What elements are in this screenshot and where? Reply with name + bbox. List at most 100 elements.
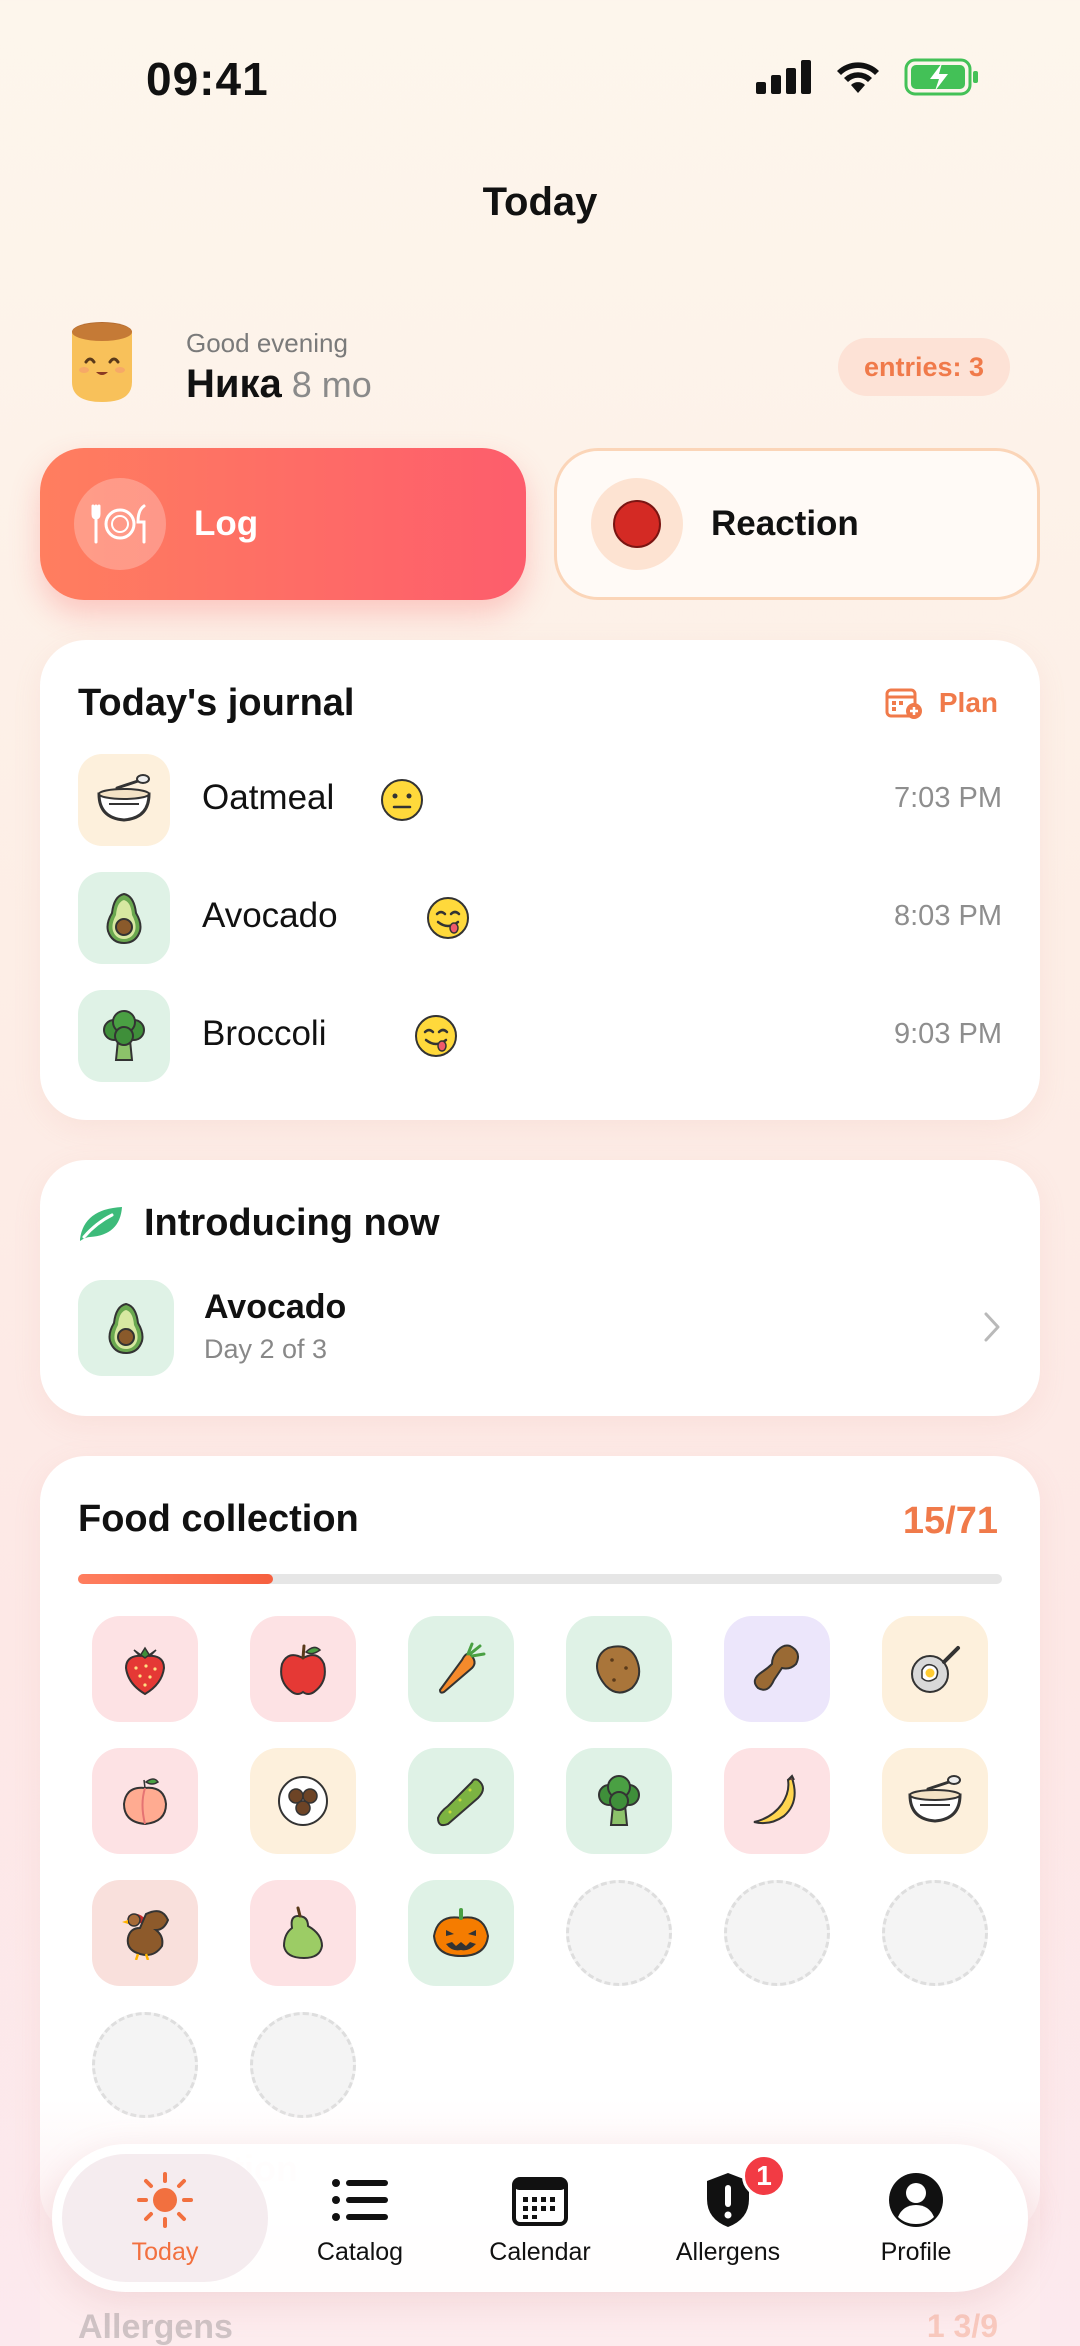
journal-time: 9:03 PM [894,1018,1002,1050]
person-icon [889,2172,943,2227]
collection-progress-fill [78,1574,273,1584]
banana-icon [753,1774,796,1825]
meatballs-plate-icon [278,1776,328,1826]
red-dot-icon [613,500,661,548]
tab-label: Allergens [675,2237,781,2266]
shield-alert-icon-wrap: 1 [698,2153,786,2230]
introducing-header: Introducing now [78,1202,440,1245]
avocado-icon [108,1302,144,1355]
allergens-count-badge: 1 [926,2308,945,2344]
avocado-icon [106,892,142,945]
plan-button[interactable]: Plan [885,686,998,720]
person-icon-wrap [886,2170,946,2230]
broccoli-icon [103,1010,145,1061]
journal-card: Today's journal Plan Oatmeal 7:03 PM Avo… [40,640,1040,1120]
fried-egg-pan-icon [911,1646,960,1693]
sun-icon-wrap [135,2170,195,2230]
journal-food-name: Avocado [202,896,338,935]
journal-food-name: Oatmeal [202,778,335,817]
introducing-title: Introducing now [144,1202,440,1244]
cucumber-icon [436,1778,484,1827]
peanut-icon [753,1644,799,1691]
tab-today[interactable]: Today [62,2154,268,2282]
tab-catalog[interactable]: Catalog [266,2144,454,2292]
entries-badge: entries: 3 [837,338,1010,396]
neutral-face-icon [381,779,423,821]
status-bar: 09:41 [0,0,1080,160]
food-item-potato[interactable] [566,1616,672,1722]
tab-label: Today [131,2237,199,2266]
broccoli-icon [598,1775,640,1826]
tab-label: Catalog [316,2237,404,2266]
oatmeal-bowl-icon [908,1775,962,1823]
list-icon [332,2178,388,2221]
calendar-plus-icon [885,688,922,719]
food-item-carrot[interactable] [408,1616,514,1722]
empty-food-slot [566,1880,672,1986]
journal-entry[interactable]: Broccoli 9:03 PM [78,990,1002,1082]
food-item-peanut[interactable] [724,1616,830,1722]
journal-entry[interactable]: Oatmeal 7:03 PM [78,754,1002,846]
avocado-tile [78,1280,174,1376]
tab-allergens[interactable]: 1 Allergens [634,2144,822,2292]
tab-label: Profile [880,2237,952,2266]
introducing-food-name: Avocado [204,1288,347,1326]
allergens-notification-badge: 1 [742,2153,786,2198]
turkey-icon [122,1910,170,1960]
status-time: 09:41 [146,53,269,105]
bottom-tab-bar: Today Catalog Calendar 1 Allergens Profi… [52,2144,1028,2292]
log-button-label: Log [194,504,259,543]
battery-charging-icon [904,58,978,96]
pear-icon [282,1906,324,1960]
chevron-right-icon [984,1312,1000,1342]
collection-count: 15/71 [902,1500,998,1542]
oatmeal-bowl-icon [97,774,151,822]
allergens-section-title: Allergens [78,2308,233,2346]
child-name: Ника [186,362,282,406]
status-icons [756,58,980,96]
child-age: 8 mo [291,364,372,405]
food-item-oatmeal[interactable] [882,1748,988,1854]
food-item-turkey[interactable] [92,1880,198,1986]
tab-profile[interactable]: Profile [822,2144,1010,2292]
allergens-count: 3/9 [953,2308,998,2344]
food-item-peach[interactable] [92,1748,198,1854]
calendar-icon [512,2176,568,2226]
introducing-card: Introducing now Avocado Day 2 of 3 [40,1160,1040,1416]
reaction-icon-circle [591,478,683,570]
allergens-section-count: 1 3/9 [927,2308,998,2345]
reaction-button-label: Reaction [711,504,859,543]
journal-time: 8:03 PM [894,900,1002,932]
reaction-button[interactable]: Reaction [554,448,1040,600]
collection-progress-bar [78,1574,1002,1584]
pumpkin-icon [432,1908,490,1958]
oatmeal-tile [78,754,170,846]
wifi-icon [837,62,879,93]
collection-title: Food collection [78,1498,359,1540]
greeting-text: Good evening [186,328,348,358]
food-item-pumpkin[interactable] [408,1880,514,1986]
leaf-icon [80,1206,122,1241]
food-item-strawberry[interactable] [92,1616,198,1722]
tab-label: Calendar [489,2237,591,2266]
yum-face-icon [415,1015,457,1057]
log-button[interactable]: Log [40,448,526,600]
plan-label: Plan [938,687,998,718]
introducing-item[interactable]: Avocado Day 2 of 3 [78,1280,1002,1376]
carrot-icon [438,1642,486,1694]
food-item-cucumber[interactable] [408,1748,514,1854]
greeting-header: Good evening Ника 8 mo entries: 3 [56,318,1036,418]
avocado-tile [78,872,170,964]
journal-entry[interactable]: Avocado 8:03 PM [78,872,1002,964]
food-item-broccoli[interactable] [566,1748,672,1854]
food-item-egg[interactable] [882,1616,988,1722]
journal-food-name: Broccoli [202,1014,327,1053]
empty-food-slot [882,1880,988,1986]
food-item-apple[interactable] [250,1616,356,1722]
baby-avatar-icon[interactable] [56,318,148,410]
food-item-pear[interactable] [250,1880,356,1986]
tab-calendar[interactable]: Calendar [446,2144,634,2292]
food-item-meatballs[interactable] [250,1748,356,1854]
introducing-progress: Day 2 of 3 [204,1334,328,1364]
food-item-banana[interactable] [724,1748,830,1854]
